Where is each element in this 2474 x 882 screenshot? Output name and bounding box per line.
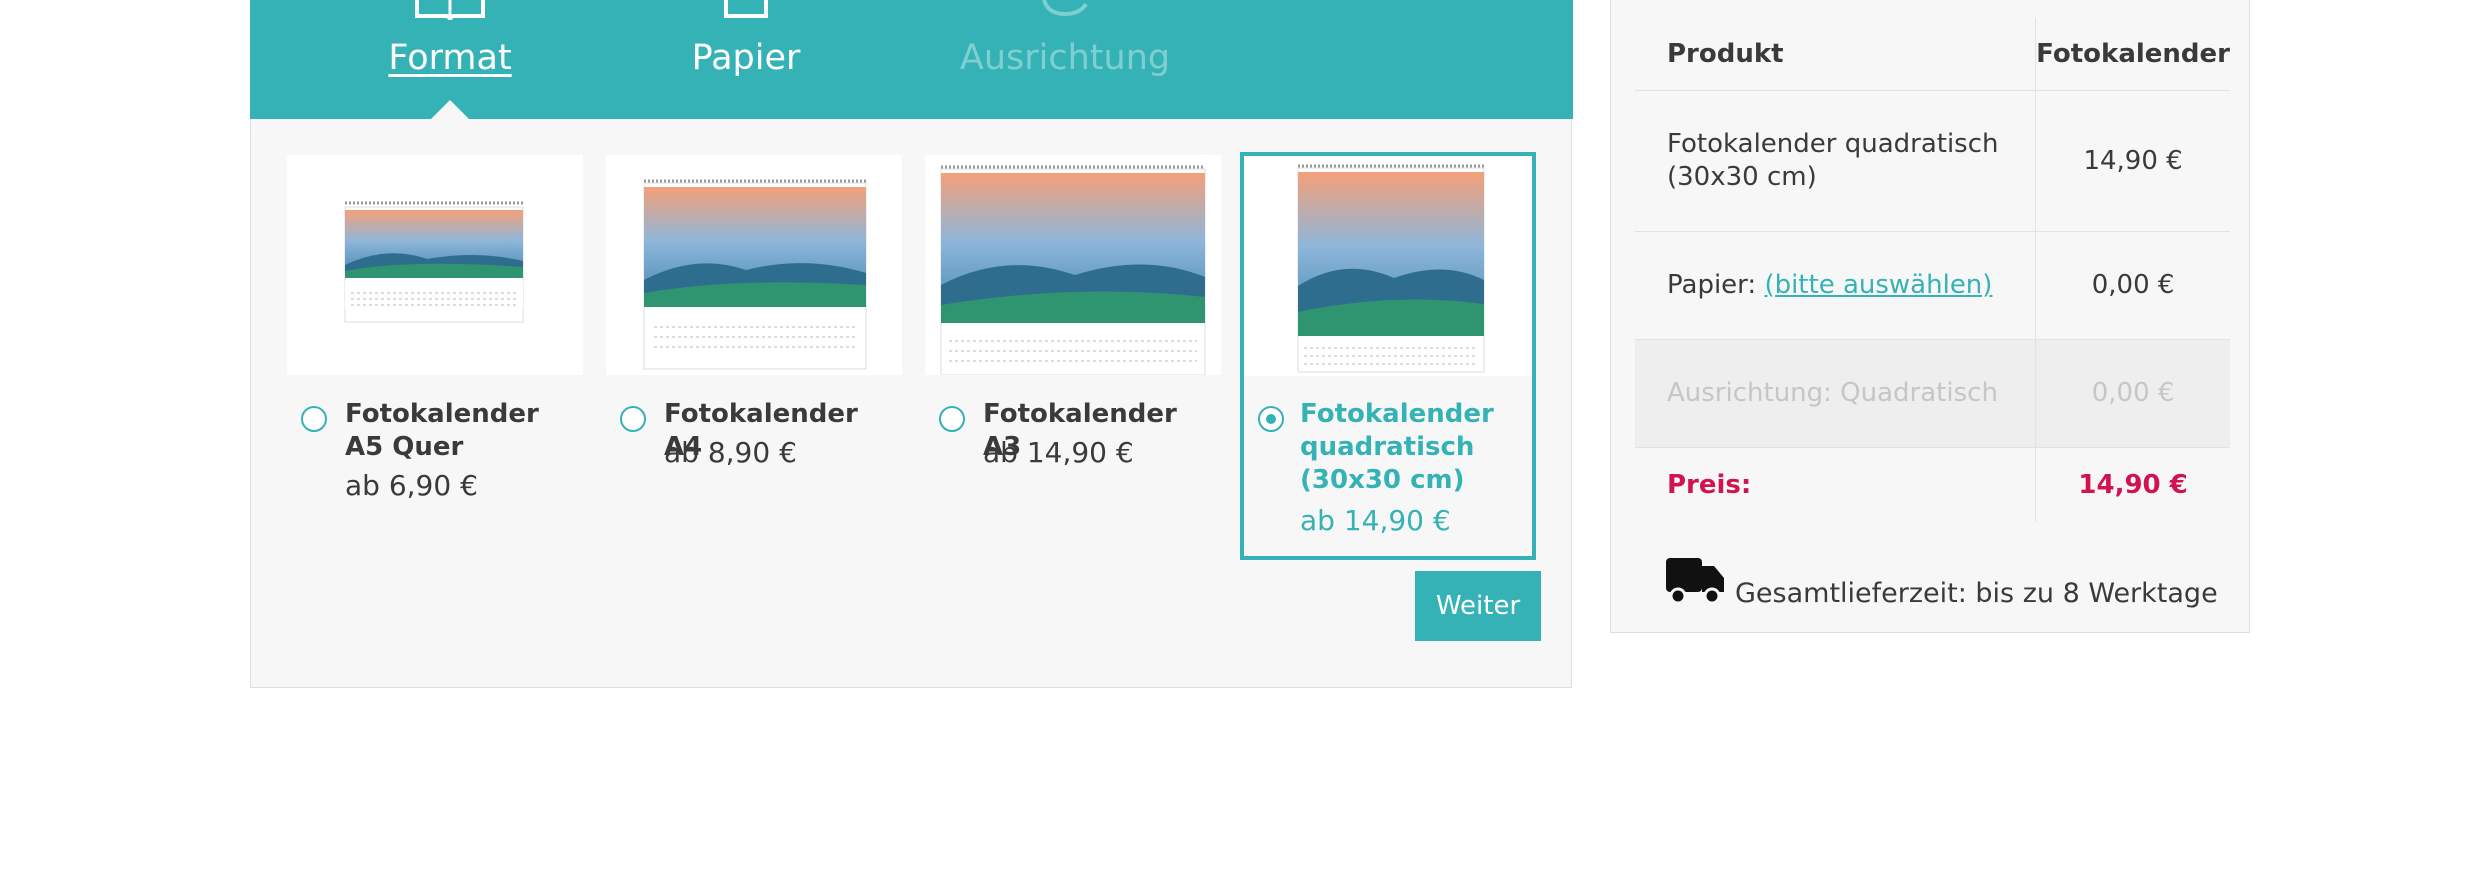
summary-row-value: 0,00 € — [2035, 339, 2230, 448]
summary-header-row: Produkt Fotokalender — [1635, 18, 2230, 91]
active-tab-pointer — [430, 100, 470, 120]
product-card-quadratisch[interactable]: Fotokalender quadratisch (30x30 cm) ab 1… — [1240, 152, 1536, 560]
tab-papier[interactable]: Papier — [623, 0, 869, 119]
summary-row-product: Fotokalender quadratisch (30x30 cm) 14,9… — [1635, 90, 2230, 232]
rotate-icon — [1042, 0, 1088, 17]
tab-ausrichtung: Ausrichtung — [920, 0, 1210, 119]
total-value: 14,90 € — [2035, 447, 2230, 522]
product-radio[interactable] — [939, 406, 965, 432]
summary-row-value: 0,00 € — [2035, 231, 2230, 340]
summary-total-row: Preis: 14,90 € — [1635, 447, 2230, 522]
summary-table: Produkt Fotokalender Fotokalender quadra… — [1635, 18, 2230, 522]
tab-format-label: Format — [388, 38, 512, 78]
summary-row-label: Papier: (bitte auswählen) — [1635, 231, 2036, 340]
tab-ausrichtung-label: Ausrichtung — [959, 38, 1171, 78]
product-card-a4[interactable]: Fotokalender A4 ab 8,90 € — [606, 152, 902, 469]
product-price: ab 8,90 € — [664, 436, 797, 469]
tab-papier-label: Papier — [691, 38, 801, 78]
weiter-button[interactable]: Weiter — [1415, 571, 1541, 641]
product-card-a3[interactable]: Fotokalender A3 ab 14,90 € — [925, 152, 1221, 469]
summary-row-label: Ausrichtung: Quadratisch — [1635, 339, 2036, 448]
book-icon — [415, 0, 485, 20]
product-price: ab 14,90 € — [983, 436, 1134, 469]
summary-row-value: 14,90 € — [2035, 90, 2230, 232]
product-radio[interactable] — [301, 406, 327, 432]
product-card-a5-quer[interactable]: Fotokalender A5 Quer ab 6,90 € — [287, 152, 583, 502]
delivery-time-text: Gesamtlieferzeit: bis zu 8 Werktage — [1735, 578, 2218, 609]
calendar-thumbnail — [606, 155, 902, 375]
summary-row-label: Fotokalender quadratisch (30x30 cm) — [1635, 90, 2036, 232]
total-label: Preis: — [1667, 469, 1752, 500]
truck-icon — [1666, 558, 1724, 604]
paper-select-link[interactable]: (bitte auswählen) — [1764, 270, 1992, 300]
product-radio[interactable] — [620, 406, 646, 432]
paper-icon — [724, 0, 768, 18]
product-price: ab 6,90 € — [345, 469, 478, 502]
step-tabbar: Format Papier Ausrichtung — [250, 0, 1573, 120]
product-name: Fotokalender A5 Quer — [345, 399, 539, 462]
product-name: Fotokalender quadratisch (30x30 cm) — [1300, 399, 1494, 495]
tab-format[interactable]: Format — [310, 0, 590, 120]
product-price: ab 14,90 € — [1300, 504, 1451, 537]
summary-row-paper: Papier: (bitte auswählen) 0,00 € — [1635, 231, 2230, 340]
calendar-thumbnail — [925, 155, 1221, 376]
calendar-thumbnail — [287, 155, 583, 375]
summary-row-orientation: Ausrichtung: Quadratisch 0,00 € — [1635, 339, 2230, 448]
calendar-thumbnail — [1244, 156, 1532, 376]
price-summary-panel: Produkt Fotokalender Fotokalender quadra… — [1610, 0, 2250, 633]
summary-header-produkt: Produkt — [1635, 18, 2036, 91]
configurator-panel: Format Papier Ausrichtung Fotokalender A… — [250, 0, 1573, 688]
paper-label: Papier: — [1667, 270, 1765, 300]
summary-header-fotokalender: Fotokalender — [2035, 18, 2230, 91]
product-radio-checked[interactable] — [1258, 406, 1284, 432]
